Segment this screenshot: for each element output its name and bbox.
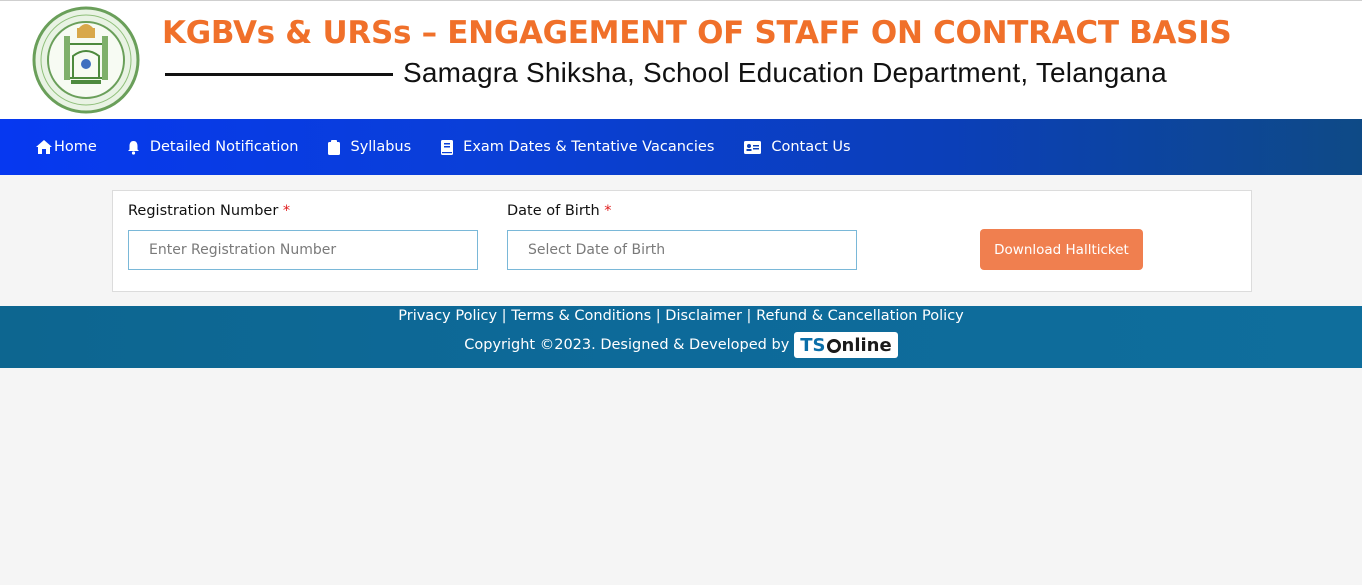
nav-item-label: Home <box>54 139 97 155</box>
nav-item-label: Syllabus <box>350 139 412 155</box>
link-separator: | <box>741 308 757 324</box>
required-marker: * <box>604 203 612 219</box>
required-marker: * <box>282 203 291 219</box>
page-footer: Privacy Policy | Terms & Conditions | Di… <box>0 306 1362 368</box>
hallticket-form: Registration Number * Date of Birth * Do… <box>112 190 1252 292</box>
id-card-icon <box>744 140 762 154</box>
page-title: KGBVs & URSs – ENGAGEMENT OF STAFF ON CO… <box>162 15 1232 51</box>
nav-item-syllabus[interactable]: Syllabus <box>328 139 411 155</box>
page-header: KGBVs & URSs – ENGAGEMENT OF STAFF ON CO… <box>0 0 1362 119</box>
terms-conditions-link[interactable]: Terms & Conditions <box>511 308 651 324</box>
nav-item-detailed-notification[interactable]: Detailed Notification <box>127 139 299 155</box>
nav-item-exam-dates[interactable]: Exam Dates & Tentative Vacancies <box>441 139 714 155</box>
download-hallticket-button[interactable]: Download Hallticket <box>980 229 1143 270</box>
main-navbar: Home Detailed Notification Syllabus Exam… <box>0 119 1362 175</box>
subtitle-divider <box>165 73 393 76</box>
logo-o-icon <box>826 339 841 353</box>
footer-links: Privacy Policy | Terms & Conditions | Di… <box>0 308 1362 324</box>
disclaimer-link[interactable]: Disclaimer <box>665 308 742 324</box>
dob-label: Date of Birth * <box>507 203 612 219</box>
nav-item-label: Detailed Notification <box>149 139 299 155</box>
nav-item-label: Contact Us <box>771 139 851 155</box>
refund-cancellation-link[interactable]: Refund & Cancellation Policy <box>756 308 964 324</box>
nav-item-home[interactable]: Home <box>36 139 97 155</box>
tsonline-logo[interactable]: TS nline <box>794 332 898 358</box>
telangana-emblem-logo <box>32 6 140 114</box>
nav-item-label: Exam Dates & Tentative Vacancies <box>463 139 715 155</box>
book-icon <box>441 139 454 155</box>
privacy-policy-link[interactable]: Privacy Policy <box>398 308 497 324</box>
copyright-text: Copyright ©2023. Designed & Developed by <box>464 337 790 353</box>
nav-item-contact-us[interactable]: Contact Us <box>744 139 851 155</box>
bell-icon <box>127 140 139 155</box>
home-icon <box>36 140 52 154</box>
page-subtitle: Samagra Shiksha, School Education Depart… <box>403 57 1167 88</box>
clipboard-icon <box>328 139 341 155</box>
dob-input[interactable] <box>507 230 857 270</box>
registration-number-label: Registration Number * <box>128 203 291 219</box>
link-separator: | <box>651 308 666 324</box>
link-separator: | <box>497 308 512 324</box>
copyright-row: Copyright ©2023. Designed & Developed by… <box>0 332 1362 358</box>
registration-number-input[interactable] <box>128 230 478 270</box>
